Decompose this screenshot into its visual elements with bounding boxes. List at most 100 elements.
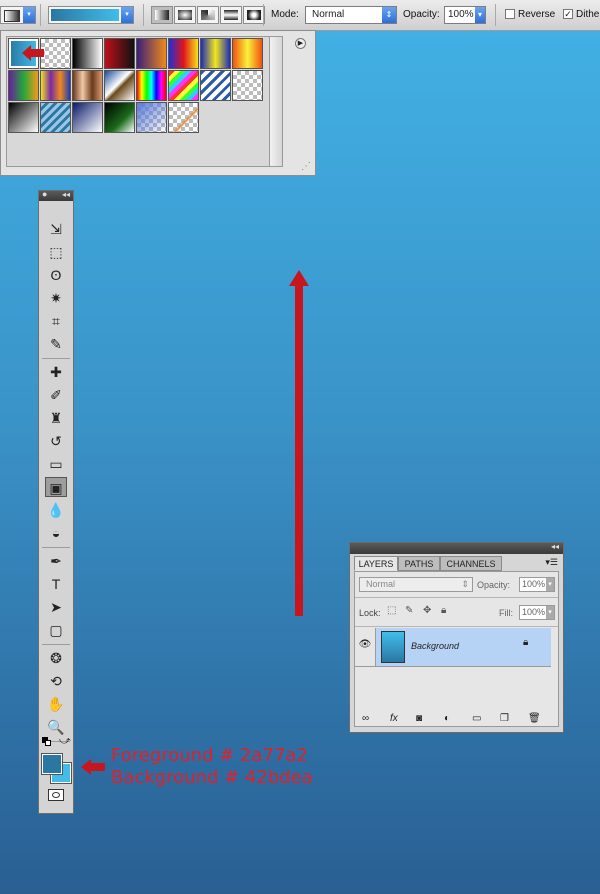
tools-panel-header[interactable]: ● ◂◂ [39, 189, 73, 201]
reflected-gradient-button[interactable] [220, 6, 242, 24]
tab-paths[interactable]: PATHS [398, 556, 440, 571]
angle-gradient-button[interactable] [197, 6, 219, 24]
layers-footer: ∞ fx ◙ ◐ ▭ ❐ 🗑︎ [354, 711, 559, 727]
linear-gradient-button[interactable] [151, 6, 173, 24]
gradient-swatch-chrome[interactable] [104, 70, 135, 101]
lock-label: Lock: [359, 608, 381, 618]
magic-wand-tool-icon[interactable]: ✷ [45, 288, 67, 308]
flyout-arrow-icon[interactable]: ▶ [295, 38, 306, 49]
quick-mask-button[interactable] [48, 789, 64, 801]
eraser-tool-icon[interactable]: ▭ [45, 454, 67, 474]
layers-panel-header[interactable]: ◂◂ [350, 542, 563, 554]
foreground-color-swatch[interactable] [41, 753, 63, 775]
link-icon[interactable]: ∞ [362, 713, 369, 724]
gradient-swatch-blue-stripes[interactable] [40, 102, 71, 133]
move-tool-icon[interactable]: ⇲ [45, 219, 67, 239]
eyedropper-tool-icon[interactable]: ✎ [45, 334, 67, 354]
lock-paint-icon[interactable]: ✎ [405, 605, 413, 616]
zoom-tool-icon[interactable]: 🔍 [45, 717, 67, 737]
crop-tool-icon[interactable]: ⌗ [45, 311, 67, 331]
options-bar: ▾ ▾ Mode: Normal ⇕ Opacity: 100% ▾ Rever… [0, 0, 600, 31]
swap-colors-icon[interactable]: ⤻ [59, 735, 71, 748]
gradient-swatch-copper[interactable] [72, 70, 103, 101]
3d-orbit-tool-icon[interactable]: ⟲ [45, 671, 67, 691]
resize-grip-icon[interactable]: ⋰ [301, 161, 313, 173]
gradient-swatch-navy-white[interactable] [72, 102, 103, 133]
tools-panel: ● ◂◂ ⇲ ⬚ ʘ ✷ ⌗ ✎ ✚ ✐ ♜ ↺ ▭ ▣ 💧 ◒ ✒ T ➤ ▢ ❂ ⟲ ✋ 🔍 ⤻ [38, 189, 74, 814]
fill-field[interactable]: 100% ▾ [519, 605, 555, 620]
diamond-gradient-button[interactable] [243, 6, 265, 24]
opacity-value: 100% [448, 9, 474, 20]
gradient-swatch-transparent-rainbow[interactable] [168, 70, 199, 101]
collapse-icon[interactable]: ◂◂ [551, 542, 559, 551]
gradient-swatch-orange-yellow-orange[interactable] [232, 38, 263, 69]
3d-rotate-tool-icon[interactable]: ❂ [45, 648, 67, 668]
layer-opacity-field[interactable]: 100% ▾ [519, 577, 555, 592]
blend-mode-dropdown[interactable]: Normal ⇕ [359, 577, 473, 592]
gradient-swatch-spectrum[interactable] [136, 70, 167, 101]
type-tool-icon[interactable]: T [45, 574, 67, 594]
reverse-checkbox[interactable] [505, 9, 515, 19]
lock-position-icon[interactable]: ✥ [423, 605, 431, 616]
chevron-down-icon: ▾ [121, 7, 133, 23]
chevron-down-icon: ▾ [475, 7, 485, 23]
dither-checkbox[interactable]: ✓ [563, 9, 573, 19]
chevron-updown-icon: ⇕ [382, 7, 396, 23]
collapse-icon[interactable]: ◂◂ [62, 190, 70, 199]
angle-gradient-icon [201, 10, 215, 20]
layer-lock-icon: 🔒︎ [523, 637, 529, 648]
mode-label: Mode: [271, 9, 299, 20]
dodge-tool-icon[interactable]: ◒ [45, 523, 67, 543]
default-colors-icon[interactable] [42, 737, 52, 747]
lock-all-icon[interactable]: 🔒︎ [441, 605, 446, 616]
blur-tool-icon[interactable]: 💧 [45, 500, 67, 520]
lock-transparent-icon[interactable]: ⬚ [387, 605, 396, 616]
opacity-field[interactable]: 100% ▾ [444, 6, 486, 24]
eye-icon[interactable]: 👁︎ [355, 628, 376, 666]
folder-icon[interactable]: ▭ [472, 713, 481, 724]
chevron-updown-icon: ⇕ [461, 579, 469, 589]
adjustment-icon[interactable]: ◐ [444, 713, 450, 724]
gradient-swatch-blue-white-checker[interactable] [136, 102, 167, 133]
close-icon[interactable]: ● [42, 189, 47, 199]
gradient-swatch-violet-orange[interactable] [136, 38, 167, 69]
pen-tool-icon[interactable]: ✒ [45, 551, 67, 571]
gradient-swatch-transparent-checker[interactable] [232, 70, 263, 101]
tab-channels[interactable]: CHANNELS [440, 556, 502, 571]
layer-opacity-value: 100% [522, 579, 546, 589]
marquee-tool-icon[interactable]: ⬚ [45, 242, 67, 262]
linear-gradient-icon [155, 10, 169, 20]
layer-row[interactable]: 👁︎ Background 🔒︎ [355, 628, 551, 667]
gradient-swatch-violet-green-orange[interactable] [8, 70, 39, 101]
gradient-editor-swatch[interactable]: ▾ [48, 6, 134, 24]
gradient-swatch-orange-stripe-checker[interactable] [168, 102, 199, 133]
gradient-swatch-black-white[interactable] [72, 38, 103, 69]
tool-preset-picker[interactable]: ▾ [0, 6, 36, 24]
gradient-swatch-black-white-diagonal[interactable] [8, 102, 39, 133]
mask-icon[interactable]: ◙ [416, 713, 422, 724]
panel-menu-icon[interactable]: ▾☰ [545, 557, 558, 568]
picker-scrollbar[interactable] [269, 36, 283, 167]
gradient-tool-icon[interactable]: ▣ [45, 477, 67, 497]
gradient-swatch-green-black[interactable] [104, 102, 135, 133]
radial-gradient-button[interactable] [174, 6, 196, 24]
path-selection-tool-icon[interactable]: ➤ [45, 597, 67, 617]
brush-tool-icon[interactable]: ✐ [45, 385, 67, 405]
hand-tool-icon[interactable]: ✋ [45, 694, 67, 714]
trash-icon[interactable]: 🗑︎ [528, 713, 541, 724]
history-brush-tool-icon[interactable]: ↺ [45, 431, 67, 451]
gradient-swatch-red-black[interactable] [104, 38, 135, 69]
gradient-swatch-blue-red-yellow[interactable] [168, 38, 199, 69]
lasso-tool-icon[interactable]: ʘ [45, 265, 67, 285]
gradient-swatch-yellow-violet-orange-blue[interactable] [40, 70, 71, 101]
clone-stamp-tool-icon[interactable]: ♜ [45, 408, 67, 428]
gradient-swatch-blue-yellow-blue[interactable] [200, 38, 231, 69]
fx-icon[interactable]: fx [390, 713, 398, 724]
healing-brush-tool-icon[interactable]: ✚ [45, 362, 67, 382]
gradient-swatch-transparent-stripes[interactable] [200, 70, 231, 101]
new-layer-icon[interactable]: ❐ [500, 713, 509, 724]
layer-thumbnail [381, 631, 405, 663]
tab-layers[interactable]: LAYERS [354, 556, 398, 571]
shape-tool-icon[interactable]: ▢ [45, 620, 67, 640]
mode-dropdown[interactable]: Normal ⇕ [305, 6, 397, 24]
